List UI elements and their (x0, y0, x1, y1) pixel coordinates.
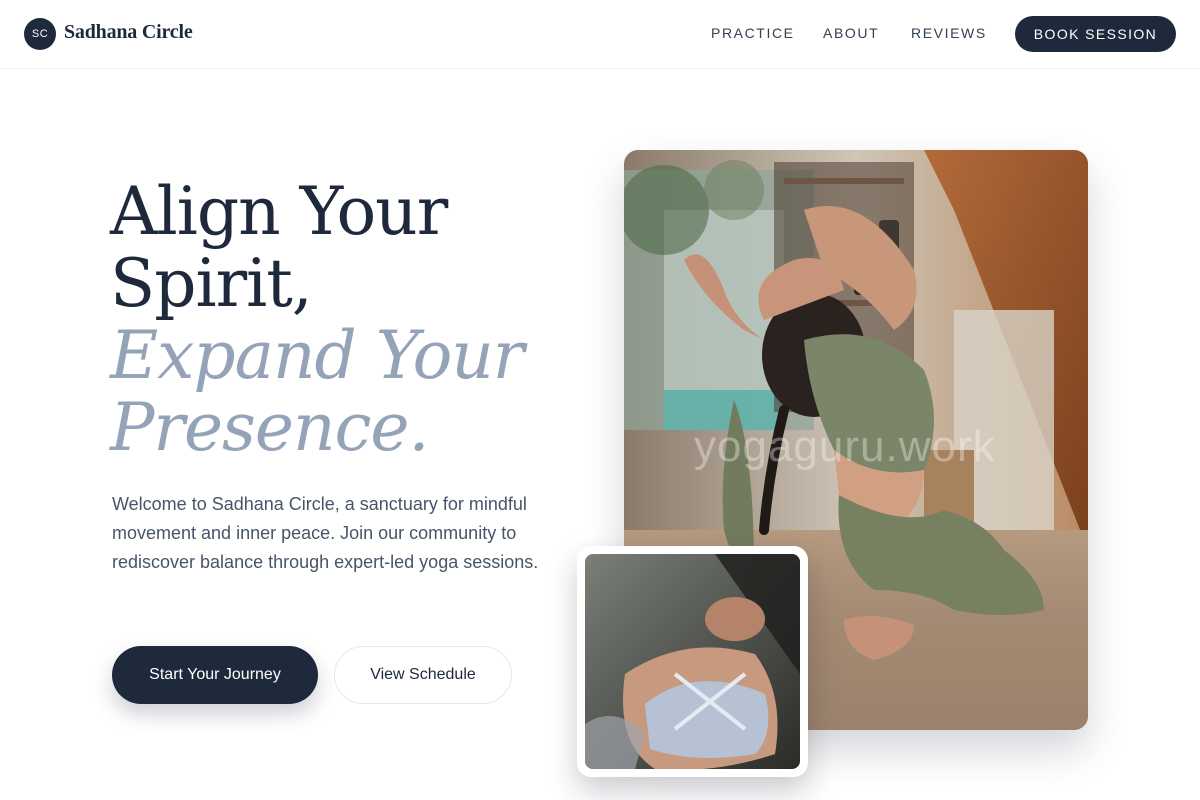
view-schedule-button[interactable]: View Schedule (334, 646, 512, 704)
meditation-photo-card (577, 546, 808, 777)
nav-link-practice[interactable]: PRACTICE (711, 25, 795, 41)
headline-line-2: Spirit, (110, 245, 313, 322)
brand-name[interactable]: Sadhana Circle (64, 21, 193, 44)
site-header: SC Sadhana Circle PRACTICE ABOUT REVIEWS… (0, 0, 1200, 69)
meditation-photo (585, 554, 800, 769)
headline-accent-1: Expand Your (110, 317, 524, 394)
photo-watermark: yogaguru.work (694, 422, 996, 471)
headline-line-1: Align Your (110, 173, 448, 250)
book-session-button[interactable]: BOOK SESSION (1015, 16, 1176, 52)
meditation-illustration (585, 554, 800, 769)
start-journey-button[interactable]: Start Your Journey (112, 646, 318, 704)
hero-description: Welcome to Sadhana Circle, a sanctuary f… (112, 494, 539, 572)
nav-link-about[interactable]: ABOUT (823, 25, 879, 41)
headline-accent-2: Presence. (110, 389, 429, 466)
logo-icon[interactable]: SC (24, 18, 56, 50)
nav-link-reviews[interactable]: REVIEWS (911, 25, 987, 41)
hero-headline: Align Your Spirit, Expand Your Presence. (110, 173, 524, 466)
